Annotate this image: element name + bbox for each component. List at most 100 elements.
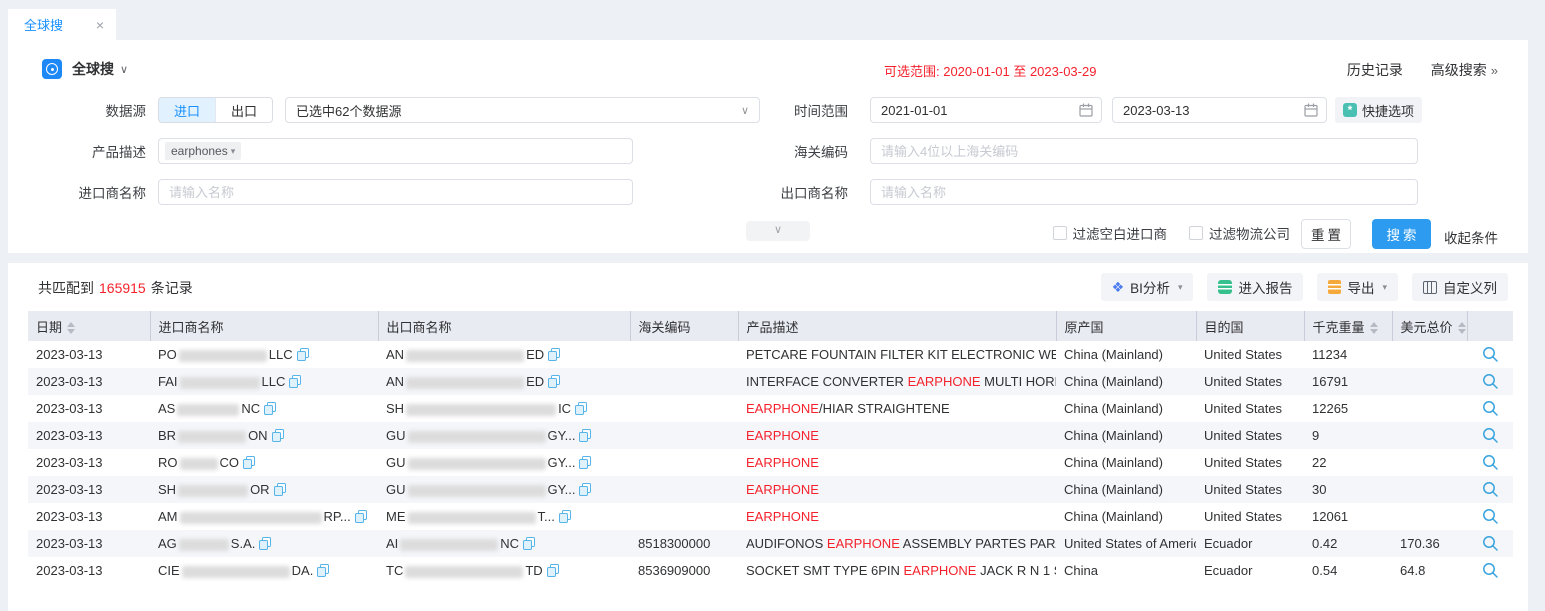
column-header-7[interactable]: 千克重量 bbox=[1304, 311, 1392, 341]
filter-blank-importer-checkbox[interactable] bbox=[1053, 226, 1067, 240]
column-header-4: 产品描述 bbox=[738, 311, 1056, 341]
exporter-name-redacted bbox=[408, 458, 546, 470]
advanced-search-link[interactable]: 高级搜索» bbox=[1431, 62, 1498, 78]
description-cell: AUDIFONOS EARPHONE ASSEMBLY PARTES PARA … bbox=[738, 530, 1056, 557]
destination-country-cell: United States bbox=[1196, 368, 1304, 395]
sort-icon[interactable] bbox=[67, 322, 75, 334]
keyword-highlight: EARPHONE bbox=[746, 509, 819, 524]
magnifier-icon[interactable] bbox=[1482, 562, 1499, 579]
copy-icon[interactable] bbox=[579, 429, 591, 442]
magnifier-icon[interactable] bbox=[1482, 454, 1499, 471]
exporter-name-suffix: GY... bbox=[548, 455, 576, 470]
datasource-label: 数据源 bbox=[8, 100, 158, 120]
magnifier-icon[interactable] bbox=[1482, 427, 1499, 444]
copy-icon[interactable] bbox=[317, 564, 329, 577]
expand-more-conditions-button[interactable]: ∨ bbox=[746, 221, 810, 241]
date-cell: 2023-03-13 bbox=[28, 476, 150, 503]
date-cell: 2023-03-13 bbox=[28, 395, 150, 422]
collapse-conditions-link[interactable]: 收起条件 bbox=[1444, 227, 1498, 247]
enter-report-button[interactable]: 进入报告 bbox=[1207, 273, 1303, 301]
exporter-name-input[interactable] bbox=[870, 179, 1418, 205]
keyword-highlight: EARPHONE bbox=[904, 563, 977, 578]
filter-checkbox-group: 过滤空白进口商 过滤物流公司 bbox=[1053, 223, 1291, 243]
magnifier-icon[interactable] bbox=[1482, 373, 1499, 390]
copy-icon[interactable] bbox=[243, 456, 255, 469]
weight-kg-cell: 12061 bbox=[1304, 503, 1392, 530]
importer-cell: ROCO bbox=[150, 449, 378, 476]
app-title-chevron-down-icon[interactable]: ∨ bbox=[120, 63, 128, 76]
copy-icon[interactable] bbox=[548, 348, 560, 361]
history-link[interactable]: 历史记录 bbox=[1347, 62, 1403, 78]
destination-country-cell: Ecuador bbox=[1196, 557, 1304, 584]
exporter-name-suffix: IC bbox=[558, 401, 571, 416]
magnifier-icon[interactable] bbox=[1482, 535, 1499, 552]
table-row: 2023-03-13AGS.A.AINC8518300000AUDIFONOS … bbox=[28, 530, 1513, 557]
reset-button[interactable]: 重置 bbox=[1301, 219, 1351, 249]
copy-icon[interactable] bbox=[579, 456, 591, 469]
export-toggle[interactable]: 出口 bbox=[215, 98, 272, 122]
product-description-input[interactable]: earphones ▾ bbox=[158, 138, 633, 164]
copy-icon[interactable] bbox=[355, 510, 367, 523]
magnifier-icon[interactable] bbox=[1482, 400, 1499, 417]
copy-icon[interactable] bbox=[272, 429, 284, 442]
copy-icon[interactable] bbox=[579, 483, 591, 496]
date-cell: 2023-03-13 bbox=[28, 368, 150, 395]
keyword-highlight: EARPHONE bbox=[746, 428, 819, 443]
date-from-input[interactable]: 2021-01-01 bbox=[870, 97, 1102, 123]
description-cell: EARPHONE bbox=[738, 503, 1056, 530]
date-cell: 2023-03-13 bbox=[28, 557, 150, 584]
column-header-8[interactable]: 美元总价 bbox=[1392, 311, 1467, 341]
hscode-input[interactable] bbox=[870, 138, 1418, 164]
time-range-fields: 2021-01-01 2023-03-13 * 快捷选项 bbox=[870, 97, 1422, 123]
tab-close-icon[interactable]: × bbox=[96, 17, 104, 33]
importer-name-input[interactable] bbox=[158, 179, 633, 205]
exporter-cell: ANED bbox=[378, 368, 630, 395]
copy-icon[interactable] bbox=[523, 537, 535, 550]
copy-icon[interactable] bbox=[575, 402, 587, 415]
detail-action-cell bbox=[1467, 476, 1513, 503]
copy-icon[interactable] bbox=[259, 537, 271, 550]
magnifier-icon[interactable] bbox=[1482, 346, 1499, 363]
usd-value-cell bbox=[1392, 368, 1467, 395]
sort-icon[interactable] bbox=[1458, 322, 1466, 334]
sort-icon[interactable] bbox=[1370, 322, 1378, 334]
global-search-app-icon bbox=[42, 59, 62, 79]
customize-columns-button[interactable]: 自定义列 bbox=[1412, 273, 1508, 301]
copy-icon[interactable] bbox=[297, 348, 309, 361]
product-keyword-tag[interactable]: earphones ▾ bbox=[165, 142, 241, 160]
copy-icon[interactable] bbox=[548, 375, 560, 388]
export-button[interactable]: 导出 ▾ bbox=[1317, 273, 1398, 301]
importer-name-redacted bbox=[180, 377, 260, 389]
exporter-name-prefix: SH bbox=[386, 401, 404, 416]
date-from-value: 2021-01-01 bbox=[881, 103, 948, 118]
copy-icon[interactable] bbox=[547, 564, 559, 577]
caret-down-icon: ▾ bbox=[1382, 282, 1387, 293]
bi-analysis-button[interactable]: ❖ BI分析 ▾ bbox=[1101, 273, 1194, 301]
datasource-select[interactable]: 已选中62个数据源 ∨ bbox=[285, 97, 760, 123]
date-to-input[interactable]: 2023-03-13 bbox=[1112, 97, 1327, 123]
weight-kg-cell: 30 bbox=[1304, 476, 1392, 503]
exporter-name-suffix: ED bbox=[526, 374, 544, 389]
search-button[interactable]: 搜索 bbox=[1372, 219, 1431, 249]
detail-action-cell bbox=[1467, 422, 1513, 449]
importer-name-redacted bbox=[178, 431, 246, 443]
magnifier-icon[interactable] bbox=[1482, 508, 1499, 525]
exporter-name-suffix: GY... bbox=[548, 428, 576, 443]
filter-logistics-checkbox[interactable] bbox=[1189, 226, 1203, 240]
importer-name-prefix: PO bbox=[158, 347, 177, 362]
date-range-hint: 可选范围: 2020-01-01 至 2023-03-29 bbox=[884, 61, 1096, 80]
copy-icon[interactable] bbox=[264, 402, 276, 415]
hscode-cell: 8518300000 bbox=[630, 530, 738, 557]
tab-global-search[interactable]: 全球搜 × bbox=[8, 9, 116, 40]
copy-icon[interactable] bbox=[274, 483, 286, 496]
copy-icon[interactable] bbox=[559, 510, 571, 523]
import-toggle[interactable]: 进口 bbox=[159, 98, 215, 122]
copy-icon[interactable] bbox=[289, 375, 301, 388]
column-header-0[interactable]: 日期 bbox=[28, 311, 150, 341]
quick-options-button[interactable]: * 快捷选项 bbox=[1335, 97, 1422, 123]
column-header-5: 原产国 bbox=[1056, 311, 1196, 341]
description-text: AUDIFONOS bbox=[746, 536, 827, 551]
description-cell: PETCARE FOUNTAIN FILTER KIT ELECTRONIC W… bbox=[738, 341, 1056, 368]
results-table: 日期进口商名称出口商名称海关编码产品描述原产国目的国千克重量美元总价 2023-… bbox=[28, 311, 1513, 584]
magnifier-icon[interactable] bbox=[1482, 481, 1499, 498]
